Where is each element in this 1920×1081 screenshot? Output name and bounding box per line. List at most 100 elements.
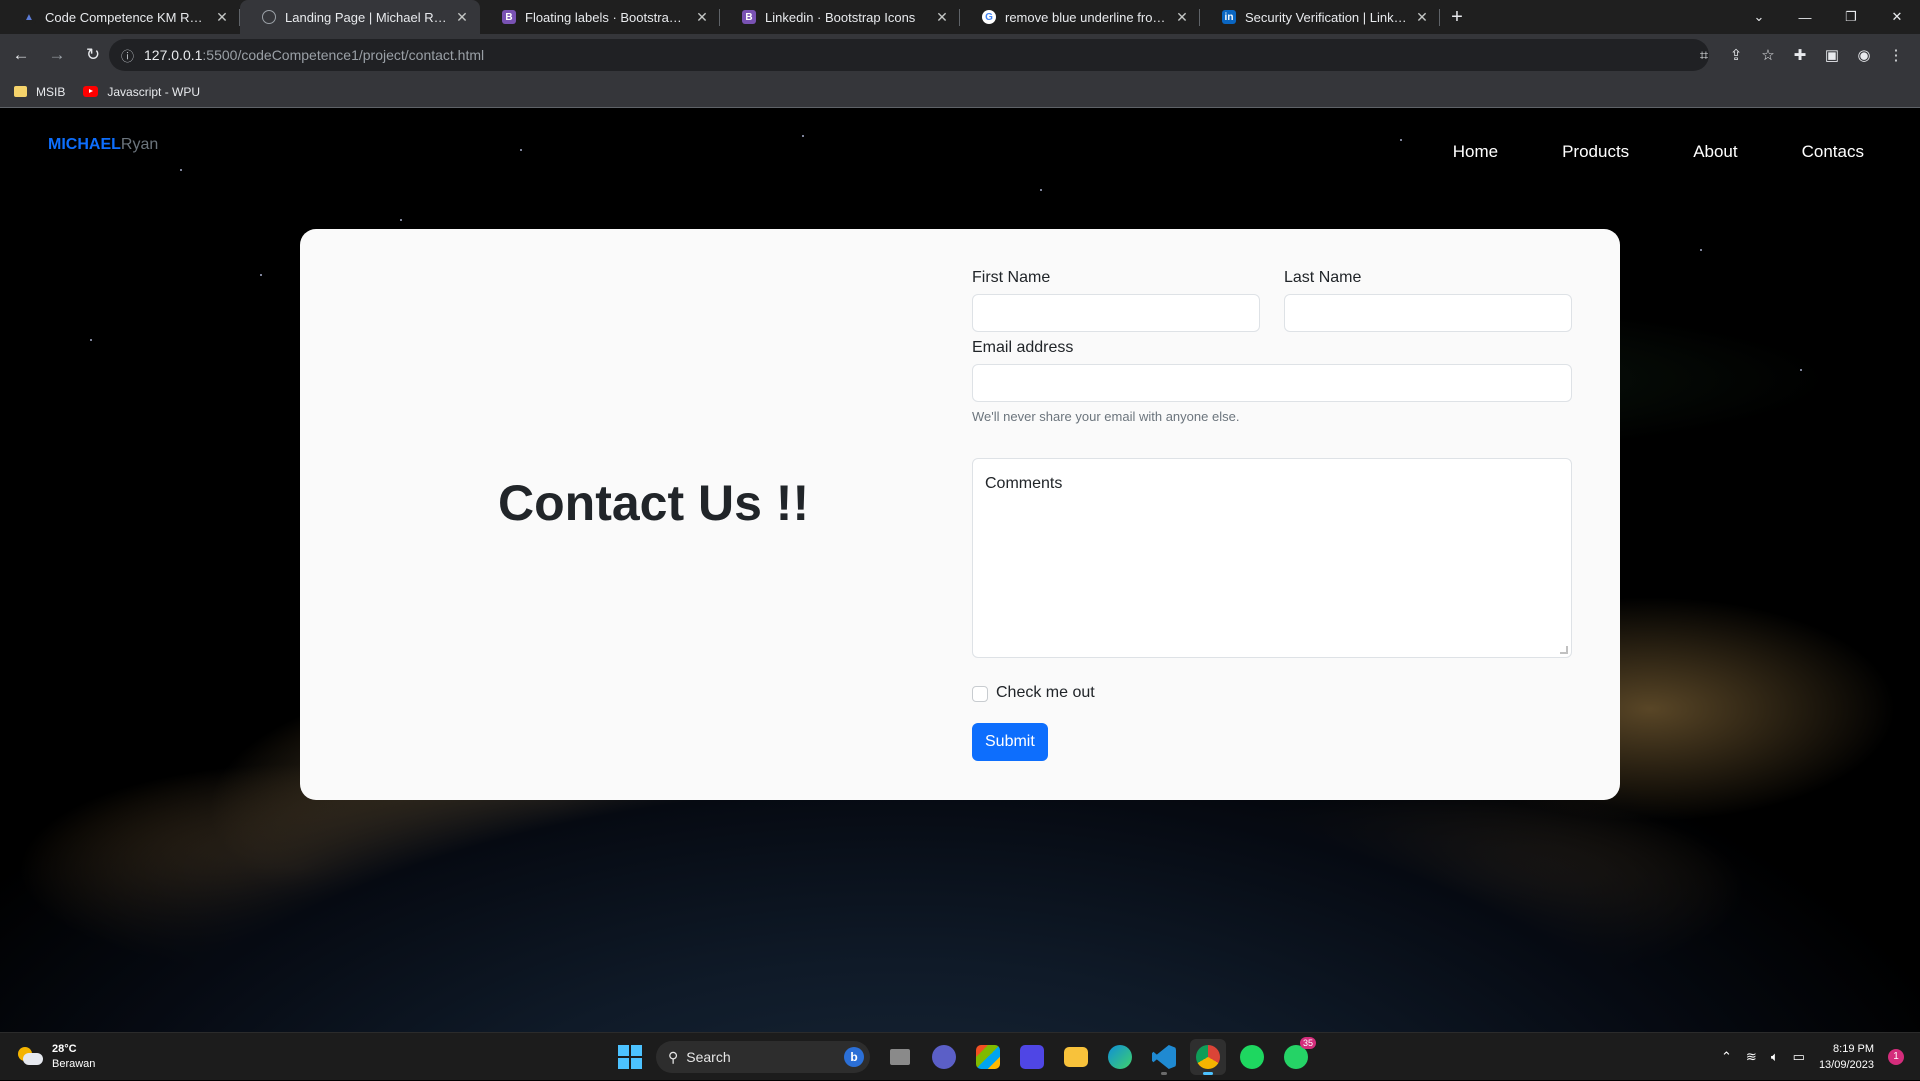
- reload-icon[interactable]: ↻: [78, 40, 108, 70]
- menu-icon[interactable]: ⋮: [1880, 46, 1912, 64]
- tab-title: remove blue underline from link: [1005, 9, 1168, 25]
- back-icon[interactable]: ←: [6, 40, 36, 70]
- volume-icon[interactable]: 🔈︎: [1771, 1049, 1779, 1065]
- chevron-up-icon[interactable]: ⌃: [1721, 1049, 1732, 1065]
- browser-tab-strip: ▲ Code Competence KM React 1 - ✕ Landing…: [0, 0, 1920, 34]
- task-view-icon[interactable]: [882, 1039, 918, 1075]
- site-nav: Home Products About Contacs: [1389, 142, 1864, 162]
- battery-icon[interactable]: ▭: [1793, 1049, 1805, 1065]
- page-viewport: MICHAELRyan Home Products About Contacs …: [0, 109, 1920, 1032]
- windows-start-icon[interactable]: [612, 1039, 648, 1075]
- microsoft-store-icon[interactable]: [970, 1039, 1006, 1075]
- youtube-icon: [83, 86, 99, 97]
- browser-toolbar: ← → ↻ ⓘ 127.0.0.1:5500/codeCompetence1/p…: [0, 34, 1920, 76]
- url-host: 127.0.0.1: [144, 47, 203, 63]
- brand-primary: MICHAEL: [48, 136, 121, 153]
- vercel-icon: ▲: [22, 10, 36, 24]
- email-label: Email address: [972, 339, 1074, 356]
- resize-grip-icon[interactable]: [1560, 646, 1568, 654]
- bookmark-star-icon[interactable]: ☆: [1752, 46, 1784, 64]
- nav-products[interactable]: Products: [1562, 142, 1629, 162]
- bookmark-item[interactable]: Javascript - WPU: [83, 85, 200, 99]
- bootstrap-icon: B: [502, 10, 516, 24]
- close-tab-icon[interactable]: ✕: [694, 9, 710, 26]
- email-help-text: We'll never share your email with anyone…: [972, 409, 1240, 424]
- windows-taskbar: 28°C Berawan ⚲ Search b 35 ⌃ ≋ 🔈︎ ▭ 8:19…: [0, 1032, 1920, 1080]
- bookmark-item[interactable]: MSIB: [14, 85, 65, 99]
- tab-search-icon[interactable]: ⌄: [1736, 9, 1782, 25]
- site-brand[interactable]: MICHAELRyan: [48, 136, 158, 154]
- site-info-icon[interactable]: ⓘ: [121, 46, 134, 65]
- tab-title: Floating labels · Bootstrap v5.3: [525, 9, 688, 25]
- clock[interactable]: 8:19 PM 13/09/2023: [1819, 1041, 1874, 1073]
- search-icon: ⚲: [668, 1048, 679, 1065]
- bootstrap-icon: B: [742, 10, 756, 24]
- close-tab-icon[interactable]: ✕: [1174, 9, 1190, 26]
- extensions-icon[interactable]: ✚: [1784, 46, 1816, 64]
- bookmark-label: Javascript - WPU: [107, 84, 201, 99]
- taskbar-apps: ⚲ Search b 35: [612, 1037, 1318, 1075]
- restore-button[interactable]: ❐: [1828, 9, 1874, 25]
- nav-about[interactable]: About: [1693, 142, 1737, 162]
- wifi-icon[interactable]: ≋: [1746, 1049, 1757, 1065]
- close-tab-icon[interactable]: ✕: [214, 9, 230, 26]
- spotify-icon[interactable]: [1234, 1039, 1270, 1075]
- file-explorer-icon[interactable]: [1058, 1039, 1094, 1075]
- address-bar[interactable]: ⓘ 127.0.0.1:5500/codeCompetence1/project…: [109, 39, 1709, 71]
- side-panel-icon[interactable]: ▣: [1816, 46, 1848, 64]
- visual-studio-icon[interactable]: [1014, 1039, 1050, 1075]
- globe-icon: [262, 10, 276, 24]
- close-tab-icon[interactable]: ✕: [934, 9, 950, 26]
- close-tab-icon[interactable]: ✕: [1414, 9, 1430, 26]
- browser-tab[interactable]: B Linkedin · Bootstrap Icons ✕: [720, 0, 960, 34]
- close-window-button[interactable]: ✕: [1874, 9, 1920, 25]
- tab-title: Security Verification | LinkedIn: [1245, 9, 1408, 25]
- browser-tab[interactable]: G remove blue underline from link ✕: [960, 0, 1200, 34]
- url-path: :5500/codeCompetence1/project/contact.ht…: [202, 47, 485, 63]
- page-title: Contact Us !!: [498, 475, 810, 531]
- email-input[interactable]: [972, 364, 1572, 402]
- toolbar-actions: ⌗ ⇪ ☆ ✚ ▣ ◉ ⋮: [1688, 34, 1912, 76]
- last-name-label: Last Name: [1284, 269, 1362, 286]
- notification-badge[interactable]: 1: [1888, 1049, 1904, 1065]
- google-icon: G: [982, 10, 996, 24]
- new-tab-button[interactable]: +: [1440, 0, 1474, 34]
- whatsapp-badge: 35: [1299, 1037, 1316, 1049]
- teams-icon[interactable]: [926, 1039, 962, 1075]
- checkbox-label: Check me out: [996, 684, 1095, 701]
- edge-icon[interactable]: [1102, 1039, 1138, 1075]
- browser-tab[interactable]: B Floating labels · Bootstrap v5.3 ✕: [480, 0, 720, 34]
- submit-button[interactable]: Submit: [972, 723, 1048, 761]
- browser-tab-active[interactable]: Landing Page | Michael Ryan ✕: [240, 0, 480, 34]
- comments-textarea[interactable]: Comments: [972, 458, 1572, 658]
- search-label: Search: [686, 1049, 731, 1065]
- browser-tab[interactable]: ▲ Code Competence KM React 1 - ✕: [0, 0, 240, 34]
- clock-time: 8:19 PM: [1833, 1043, 1874, 1055]
- taskbar-search[interactable]: ⚲ Search b: [656, 1041, 870, 1073]
- vscode-icon[interactable]: [1146, 1039, 1182, 1075]
- last-name-input[interactable]: [1284, 294, 1572, 332]
- forward-icon[interactable]: →: [42, 40, 72, 70]
- first-name-input[interactable]: [972, 294, 1260, 332]
- tab-title: Landing Page | Michael Ryan: [285, 9, 448, 25]
- chrome-icon[interactable]: [1190, 1039, 1226, 1075]
- linkedin-icon: in: [1222, 10, 1236, 24]
- weather-desc: Berawan: [52, 1058, 96, 1070]
- browser-tab[interactable]: in Security Verification | LinkedIn ✕: [1200, 0, 1440, 34]
- bookmarks-bar: MSIB Javascript - WPU: [0, 76, 1920, 108]
- nav-contacs[interactable]: Contacs: [1802, 142, 1864, 162]
- system-tray: ⌃ ≋ 🔈︎ ▭ 8:19 PM 13/09/2023 1: [1721, 1033, 1904, 1081]
- weather-cloudy-icon: [18, 1047, 44, 1067]
- close-tab-icon[interactable]: ✕: [454, 9, 470, 26]
- share-icon[interactable]: ⇪: [1720, 46, 1752, 64]
- translate-icon[interactable]: ⌗: [1688, 47, 1720, 64]
- check-me-out-checkbox[interactable]: [972, 686, 988, 702]
- minimize-button[interactable]: —: [1782, 10, 1828, 25]
- nav-home[interactable]: Home: [1453, 142, 1498, 162]
- weather-widget[interactable]: 28°C Berawan: [18, 1042, 95, 1072]
- profile-avatar[interactable]: ◉: [1848, 46, 1880, 64]
- clock-date: 13/09/2023: [1818, 1059, 1874, 1071]
- brand-secondary: Ryan: [120, 136, 159, 153]
- whatsapp-icon[interactable]: 35: [1278, 1037, 1316, 1075]
- bing-icon[interactable]: b: [844, 1047, 864, 1067]
